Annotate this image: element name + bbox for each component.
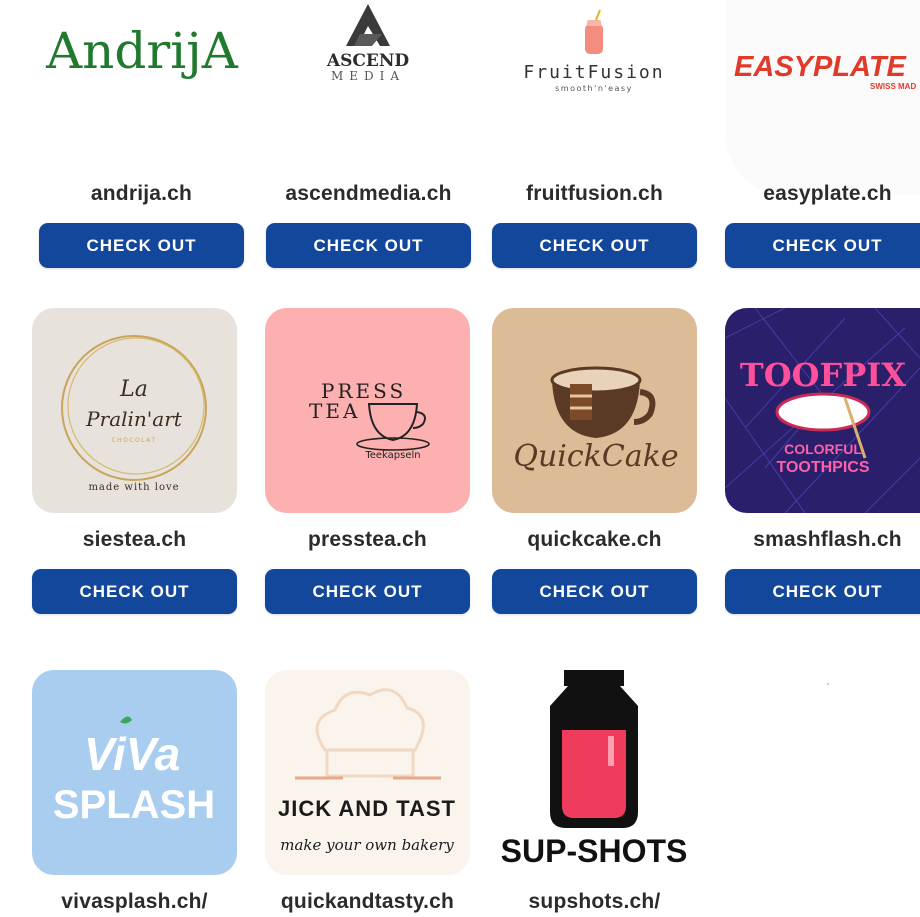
quick-and-tasty-logo[interactable]: JICK AND TAST make your own bakery <box>265 670 470 875</box>
vivasplash-logo[interactable]: ViVa SPLASH <box>32 670 237 875</box>
check-out-button[interactable]: CHECK OUT <box>32 569 237 614</box>
svg-text:Pralin'art: Pralin'art <box>85 407 183 431</box>
fruitfusion-logo[interactable]: FruitFusion smooth'n'easy <box>492 0 697 195</box>
svg-text:make your own bakery: make your own bakery <box>280 836 454 854</box>
svg-text:ASCEND: ASCEND <box>326 51 409 71</box>
toofpix-logo[interactable]: TOOFPIX COLORFUL TOOTHPICS <box>725 308 920 513</box>
svg-text:QuickCake: QuickCake <box>513 439 678 474</box>
quickcake-logo[interactable]: QuickCake <box>492 308 697 513</box>
check-out-button[interactable]: CHECK OUT <box>39 223 244 268</box>
domain-label: vivasplash.ch/ <box>61 890 208 913</box>
svg-text:SPLASH: SPLASH <box>53 783 215 827</box>
svg-text:JICK AND TAST: JICK AND TAST <box>278 796 456 821</box>
andrija-logo[interactable]: AndrijA <box>40 0 245 195</box>
easyplate-logo[interactable]: EASYPLATE SWISS MAD <box>726 0 920 195</box>
dot <box>827 683 829 685</box>
svg-text:CHOCOLAT: CHOCOLAT <box>111 437 156 444</box>
svg-text:TOOTHPICS: TOOTHPICS <box>776 459 869 476</box>
svg-text:ViVa: ViVa <box>84 728 180 780</box>
supshots-logo[interactable]: SUP-SHOTS <box>492 670 697 875</box>
domain-label: fruitfusion.ch <box>526 182 663 205</box>
la-pralinart-logo[interactable]: La Pralin'art CHOCOLAT made with love <box>32 308 237 513</box>
svg-text:TOOFPIX: TOOFPIX <box>740 356 906 394</box>
domain-label: supshots.ch/ <box>528 890 661 913</box>
domain-label: easyplate.ch <box>763 182 892 205</box>
svg-text:smooth'n'easy: smooth'n'easy <box>555 84 633 93</box>
svg-text:COLORFUL: COLORFUL <box>784 441 862 457</box>
svg-text:SWISS MAD: SWISS MAD <box>870 82 916 91</box>
svg-text:SUP-SHOTS: SUP-SHOTS <box>501 833 688 869</box>
domain-label: ascendmedia.ch <box>285 182 452 205</box>
svg-text:TEA: TEA <box>309 399 360 423</box>
check-out-button[interactable]: CHECK OUT <box>492 569 697 614</box>
svg-text:MEDIA: MEDIA <box>331 69 405 83</box>
domain-label: presstea.ch <box>308 528 427 551</box>
svg-text:FruitFusion: FruitFusion <box>523 62 664 83</box>
check-out-button[interactable]: CHECK OUT <box>725 569 920 614</box>
svg-text:Teekapseln: Teekapseln <box>364 450 420 461</box>
press-tea-logo[interactable]: PRESS TEA Teekapseln <box>265 308 470 513</box>
svg-text:EASYPLATE: EASYPLATE <box>734 51 908 83</box>
check-out-button[interactable]: CHECK OUT <box>492 223 697 268</box>
domain-label: smashflash.ch <box>753 528 902 551</box>
domain-label: quickandtasty.ch <box>280 890 455 913</box>
svg-text:La: La <box>119 377 148 402</box>
ascend-media-logo[interactable]: ASCEND MEDIA <box>266 0 471 195</box>
svg-text:made with love: made with love <box>88 482 179 493</box>
svg-text:AndrijA: AndrijA <box>45 22 239 80</box>
domain-label: andrija.ch <box>90 182 193 205</box>
check-out-button[interactable]: CHECK OUT <box>725 223 920 268</box>
domain-label: siestea.ch <box>82 528 187 551</box>
check-out-button[interactable]: CHECK OUT <box>265 569 470 614</box>
check-out-button[interactable]: CHECK OUT <box>266 223 471 268</box>
domain-label: quickcake.ch <box>527 528 662 551</box>
